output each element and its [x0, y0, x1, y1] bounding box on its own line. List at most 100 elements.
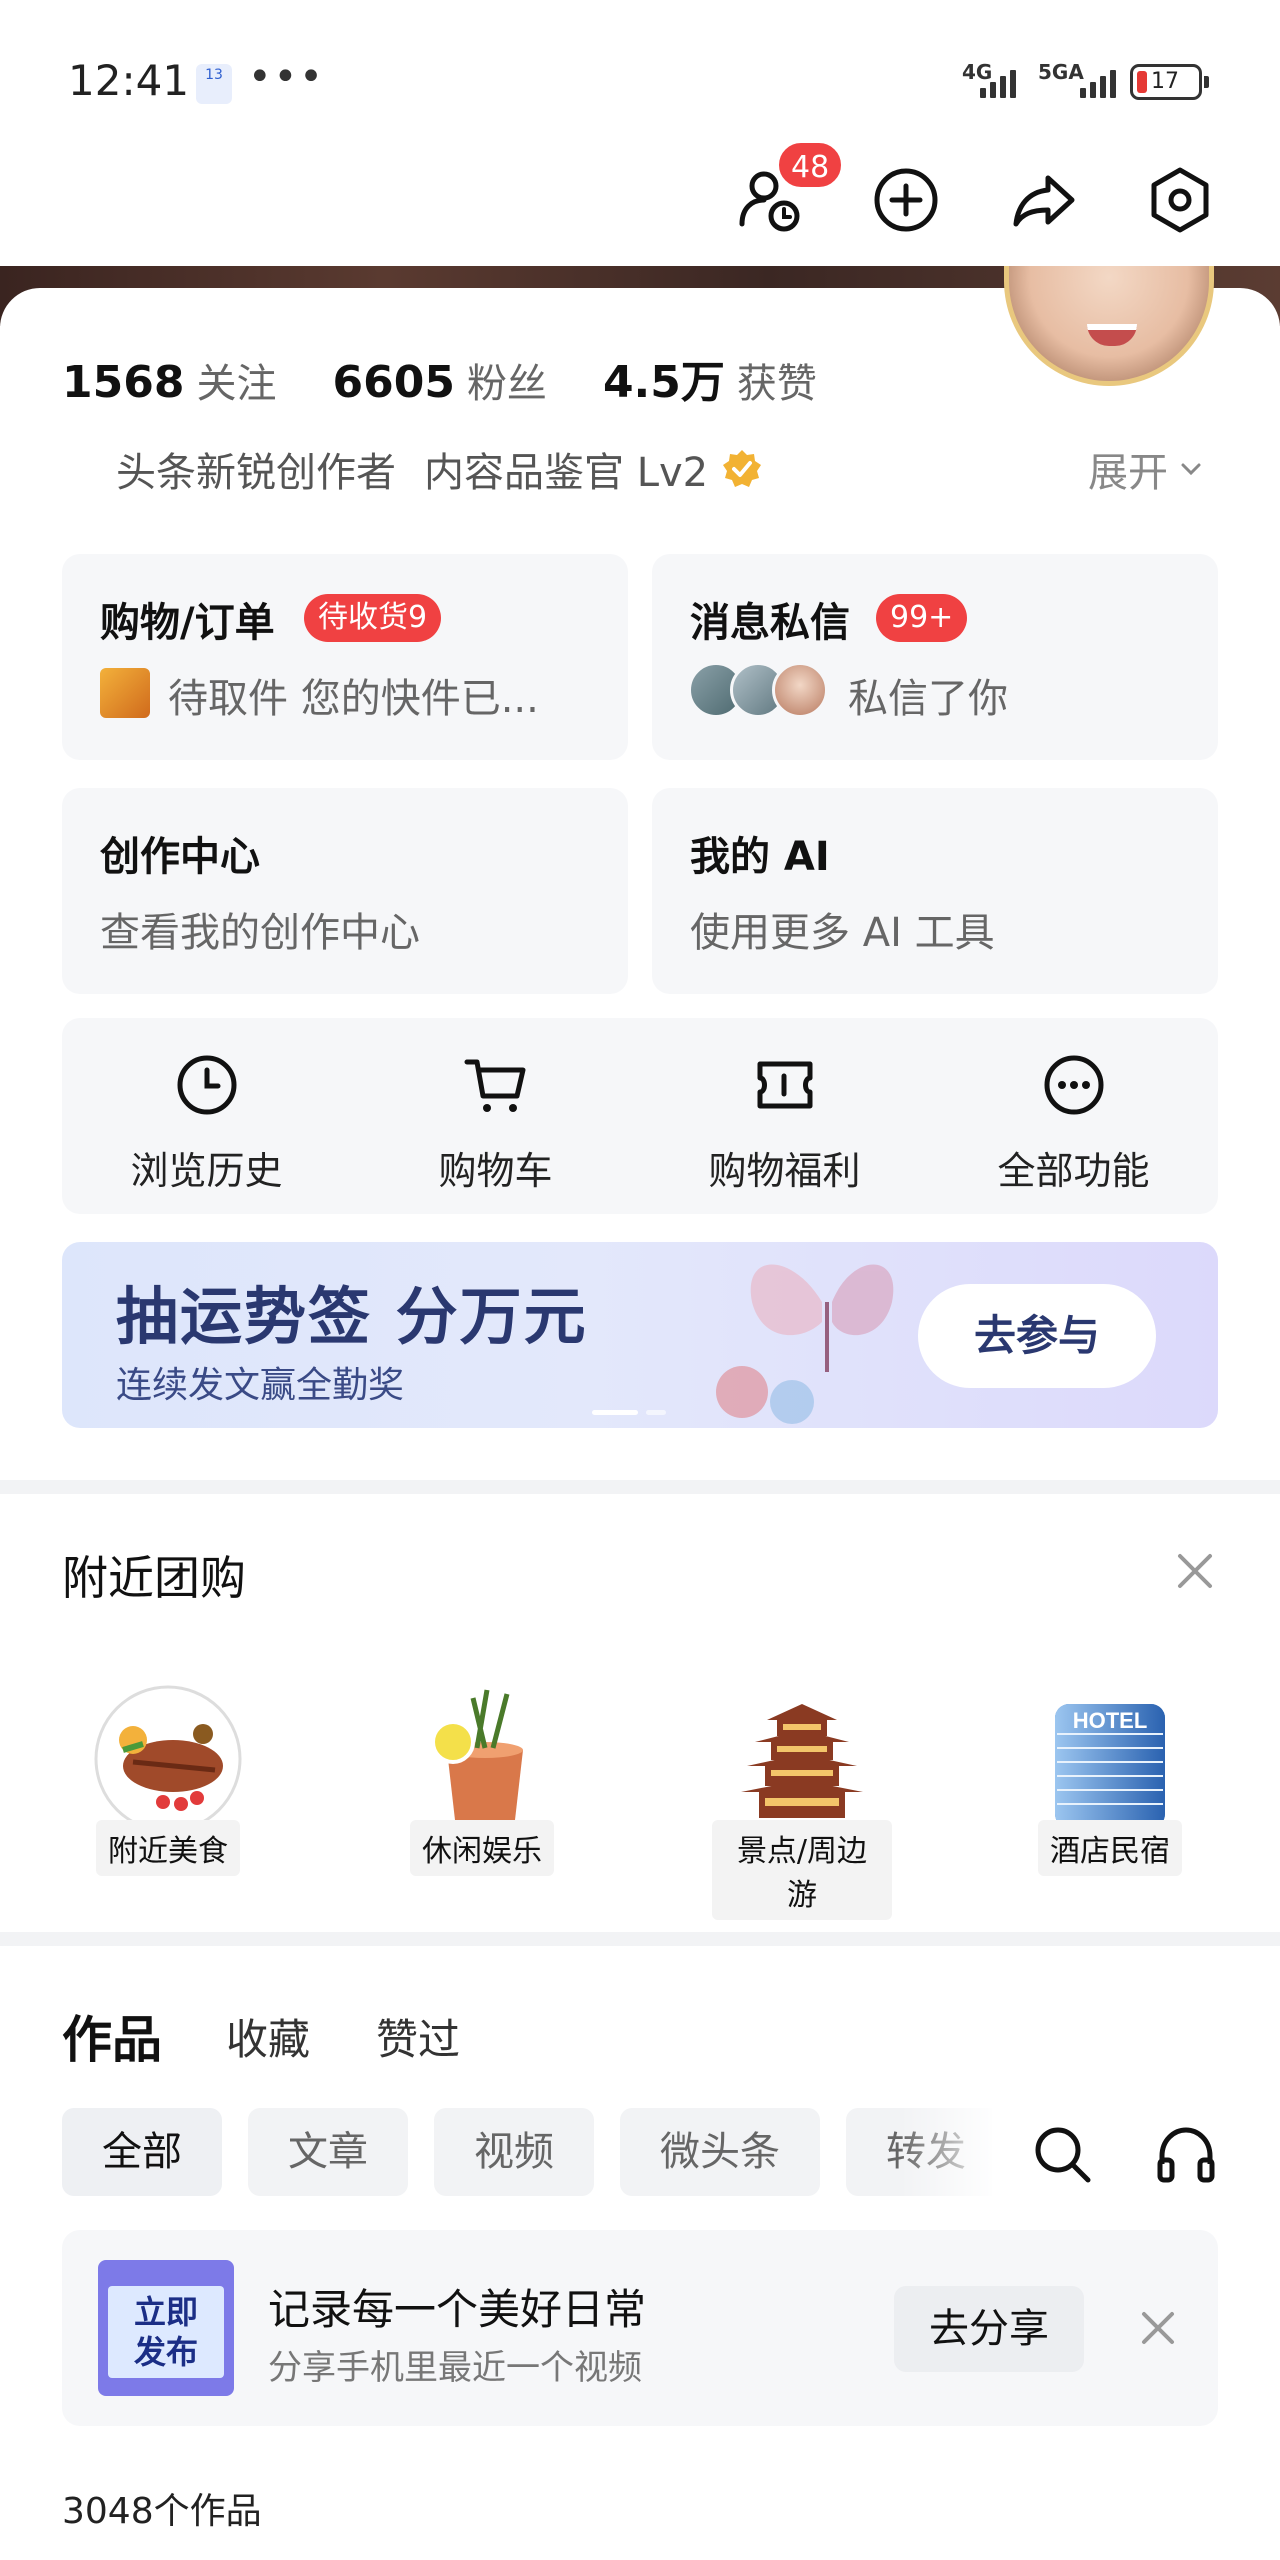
shopping-cart-label: 购物车: [438, 1149, 553, 1193]
messages-subtitle: 私信了你: [848, 676, 1008, 722]
nearby-scenic-label: 景点/周边游: [712, 1820, 892, 1920]
nearby-scenic-item[interactable]: 景点/周边游: [712, 1684, 892, 1920]
pagoda-tower-image: [727, 1684, 877, 1834]
following-stat[interactable]: 1568 关注: [62, 351, 276, 409]
add-circle-icon: [874, 168, 938, 232]
status-bar: 12:41 13 ••• 4G 5GA 17: [0, 0, 1280, 130]
my-ai-title: 我的 AI: [690, 834, 830, 880]
creator-titles: 头条新锐创作者 内容品鉴官 Lv2: [116, 440, 764, 498]
following-count: 1568: [62, 357, 185, 408]
headphones-icon[interactable]: [1154, 2122, 1218, 2186]
browse-history-label: 浏览历史: [130, 1149, 283, 1193]
filter-articles[interactable]: 文章: [248, 2108, 408, 2196]
followers-label: 粉丝: [466, 361, 547, 407]
share-icon: [1013, 175, 1075, 227]
my-ai-card[interactable]: 我的 AI 使用更多 AI 工具: [652, 788, 1218, 994]
messages-card[interactable]: 消息私信 99+ 私信了你: [652, 554, 1218, 760]
cart-icon: [464, 1059, 525, 1112]
followers-count: 6605: [332, 357, 455, 408]
more-circle-icon: [1044, 1055, 1103, 1115]
signal-bars-icon: [1080, 68, 1116, 98]
promo-subtitle: 分享手机里最近一个视频: [268, 2348, 642, 2388]
filter-micro-posts[interactable]: 微头条: [620, 2108, 820, 2196]
status-time: 12:41: [68, 56, 190, 105]
status-more-icon: •••: [248, 54, 325, 100]
quick-tools: 浏览历史 购物车 购物福利 全部功能: [62, 1018, 1218, 1214]
works-count: 3048个作品: [62, 2491, 262, 2532]
battery-level: 17: [1151, 69, 1179, 94]
promo-title: 记录每一个美好日常: [268, 2285, 647, 2334]
all-functions-label: 全部功能: [997, 1149, 1150, 1193]
shopping-benefits-button[interactable]: 购物福利: [640, 1018, 929, 1214]
expand-profile-button[interactable]: 展开: [1088, 440, 1204, 498]
nearby-hotel-item[interactable]: HOTEL 酒店民宿: [1020, 1684, 1200, 1876]
creator-title-2: 内容品鉴官 Lv2: [424, 450, 709, 496]
banner-subtitle: 连续发文赢全勤奖: [116, 1365, 405, 1406]
creator-center-card[interactable]: 创作中心 查看我的创作中心: [62, 788, 628, 994]
likes-count: 4.5万: [602, 357, 725, 408]
creator-center-title: 创作中心: [100, 834, 260, 880]
nearby-food-item[interactable]: 附近美食: [78, 1684, 258, 1876]
hotel-sign-text: HOTEL: [1073, 1708, 1148, 1733]
publish-now-image: 立即 发布: [98, 2260, 234, 2396]
nearby-entertainment-item[interactable]: 休闲娱乐: [392, 1684, 572, 1876]
banner-title: 抽运势签 分万元: [116, 1280, 588, 1353]
orders-card[interactable]: 购物/订单 待收货9 待取件 您的快件已...: [62, 554, 628, 760]
creator-center-subtitle: 查看我的创作中心: [100, 910, 420, 956]
ticket-icon: [757, 1061, 812, 1109]
butterfly-illustration: [716, 1264, 894, 1424]
visitor-count-badge: 48: [776, 140, 845, 190]
works-section: 作品 收藏 赞过 全部文章视频微头条转发 立即发布 记录每一个美好日常 分享手机…: [0, 1946, 1280, 2560]
creator-title-1: 头条新锐创作者: [116, 450, 396, 496]
sender-avatar: [772, 662, 828, 718]
nearby-group-buy-section: 附近团购 附近美食 休闲娱乐 景点/周边游 HOTEL 酒店民宿: [0, 1494, 1280, 1932]
nearby-hotel-label: 酒店民宿: [1038, 1820, 1182, 1876]
filters-fade: [900, 2108, 1000, 2198]
shopping-benefits-label: 购物福利: [708, 1149, 861, 1193]
fortune-draw-banner[interactable]: 抽运势签 分万元 连续发文赢全勤奖 去参与: [62, 1242, 1218, 1428]
banner-pager: [592, 1410, 666, 1415]
nearby-heading: 附近团购: [62, 1551, 246, 1605]
works-filter-chips: 全部文章视频微头条转发: [62, 2108, 992, 2198]
followers-stat[interactable]: 6605 粉丝: [332, 351, 546, 409]
orders-badge: 待收货9: [304, 594, 442, 642]
orders-subtitle: 待取件 您的快件已...: [168, 676, 539, 722]
search-icon[interactable]: [1030, 2122, 1094, 2186]
filter-all[interactable]: 全部: [62, 2108, 222, 2196]
likes-label: 获赞: [736, 361, 817, 407]
tab-liked[interactable]: 赞过: [376, 2006, 460, 2067]
profile-top-bar: 48: [0, 130, 1280, 270]
filter-videos[interactable]: 视频: [434, 2108, 594, 2196]
network-5ga-label: 5GA: [1038, 60, 1084, 84]
steak-dish-image: [93, 1684, 243, 1834]
expand-label: 展开: [1088, 450, 1168, 496]
browse-history-button[interactable]: 浏览历史: [62, 1018, 351, 1214]
my-ai-subtitle: 使用更多 AI 工具: [690, 910, 995, 956]
publish-image-text-2: 发布: [133, 2333, 198, 2371]
following-label: 关注: [196, 361, 277, 407]
profile-stats: 1568 关注 6605 粉丝 4.5万 获赞: [62, 346, 873, 410]
shopping-cart-button[interactable]: 购物车: [351, 1018, 640, 1214]
add-button[interactable]: [866, 160, 946, 240]
tab-works[interactable]: 作品: [62, 2000, 162, 2072]
close-icon[interactable]: [1172, 1548, 1218, 1594]
hotel-building-image: HOTEL: [1035, 1684, 1185, 1834]
go-share-button[interactable]: 去分享: [894, 2286, 1084, 2372]
tab-favorites[interactable]: 收藏: [226, 2006, 310, 2067]
share-daily-promo: 立即 发布 记录每一个美好日常 分享手机里最近一个视频 去分享: [62, 2230, 1218, 2426]
battery-icon: 17: [1130, 64, 1209, 100]
share-button[interactable]: [1004, 160, 1084, 240]
likes-stat[interactable]: 4.5万 获赞: [603, 346, 817, 410]
package-thumbnail-icon: [100, 668, 150, 718]
cocktail-image: [407, 1684, 557, 1834]
settings-hex-icon: [1151, 167, 1209, 233]
join-button[interactable]: 去参与: [918, 1284, 1156, 1388]
messages-badge: 99+: [876, 594, 968, 642]
settings-button[interactable]: [1140, 160, 1220, 240]
publish-image-text-1: 立即: [133, 2293, 198, 2331]
nearby-food-label: 附近美食: [96, 1820, 240, 1876]
signal-bars-icon: [980, 68, 1016, 98]
all-functions-button[interactable]: 全部功能: [929, 1018, 1218, 1214]
close-icon[interactable]: [1136, 2306, 1180, 2350]
calendar-date-icon: 13: [196, 64, 232, 104]
